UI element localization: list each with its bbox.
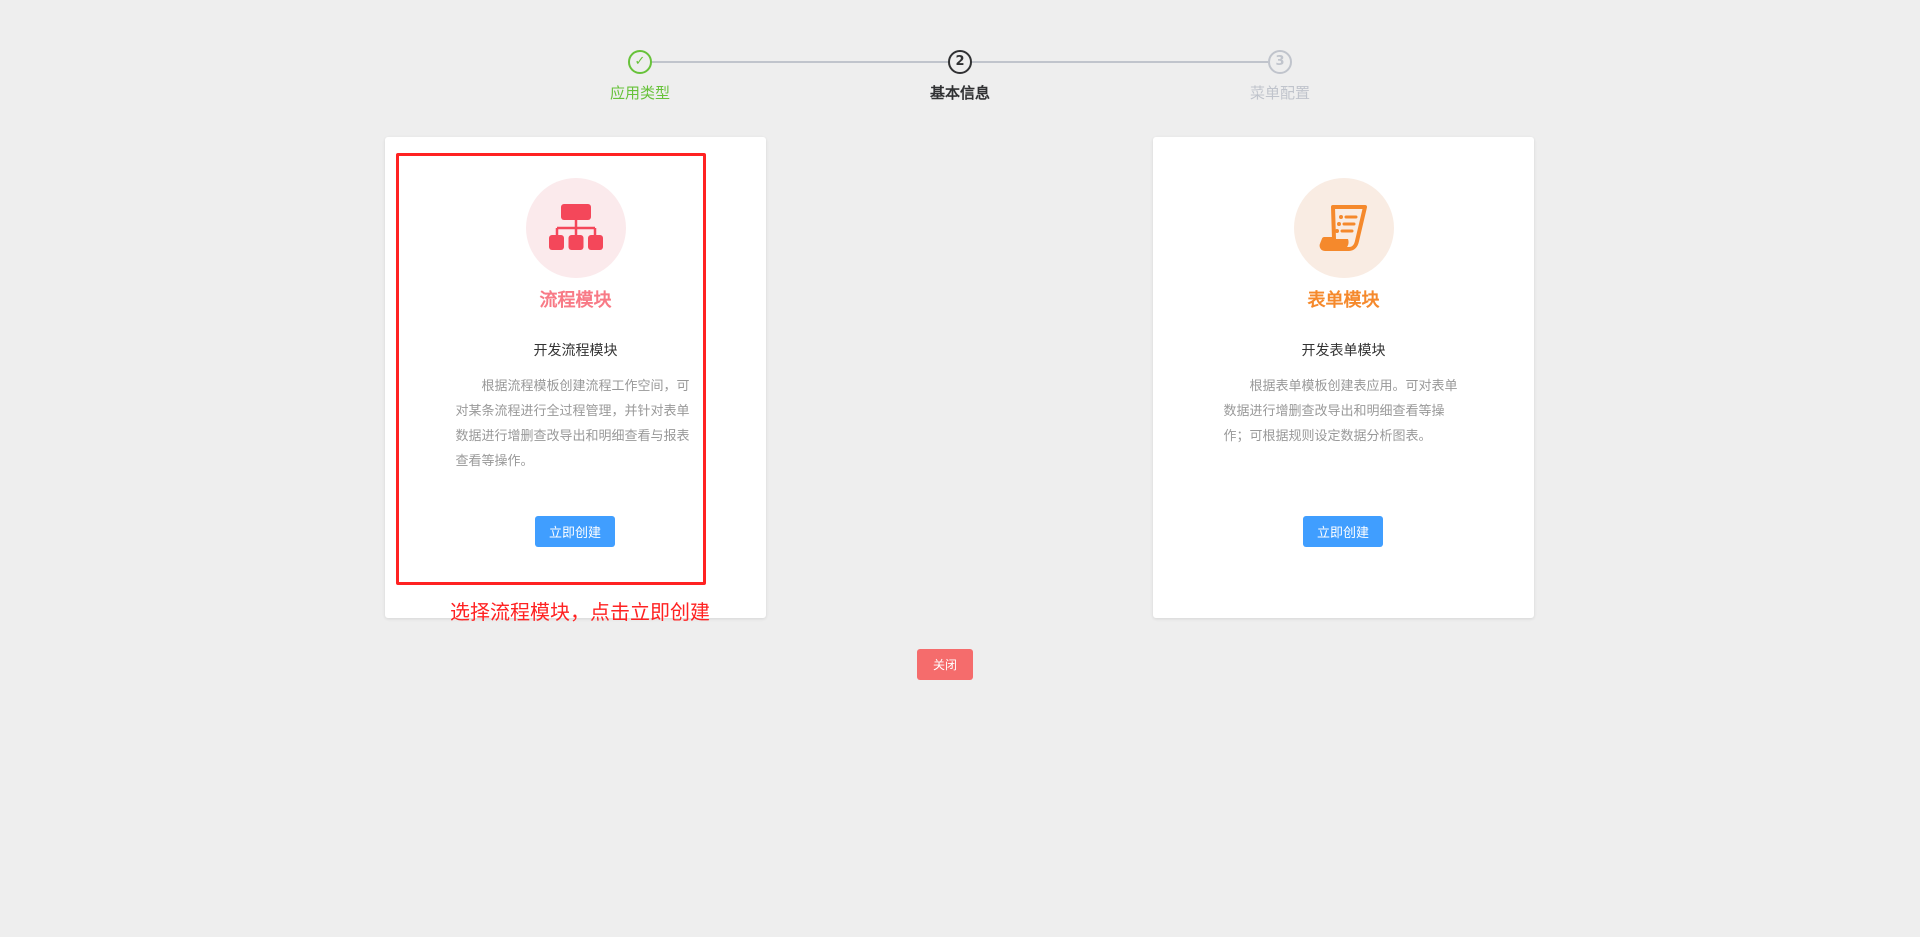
highlight-box	[396, 153, 706, 585]
step-label: 应用类型	[609, 84, 670, 102]
card-title: 表单模块	[1307, 290, 1380, 311]
step-label: 基本信息	[929, 84, 990, 102]
form-module-card: 表单模块 开发表单模块 根据表单模板创建表应用。可对表单数据进行增删查改导出和明…	[1153, 137, 1534, 618]
document-list-icon	[1293, 178, 1394, 278]
steps-bar: ✓ 应用类型 2 基本信息 3 菜单配置	[0, 50, 1920, 110]
step-menu-config: 3 菜单配置	[1200, 50, 1360, 103]
card-subtitle: 开发表单模块	[1301, 343, 1386, 359]
step-number: 2	[948, 50, 972, 74]
step-basic-info: 2 基本信息	[880, 50, 1040, 103]
step-app-type: ✓ 应用类型	[560, 50, 720, 103]
step-label: 菜单配置	[1249, 84, 1310, 102]
step-number: 3	[1268, 50, 1292, 74]
annotation-text: 选择流程模块，点击立即创建	[450, 600, 710, 624]
check-icon: ✓	[628, 50, 652, 74]
create-form-button[interactable]: 立即创建	[1303, 516, 1383, 547]
card-description: 根据表单模板创建表应用。可对表单数据进行增删查改导出和明细查看等操作；可根据规则…	[1223, 379, 1458, 444]
close-button[interactable]: 关闭	[917, 649, 973, 680]
